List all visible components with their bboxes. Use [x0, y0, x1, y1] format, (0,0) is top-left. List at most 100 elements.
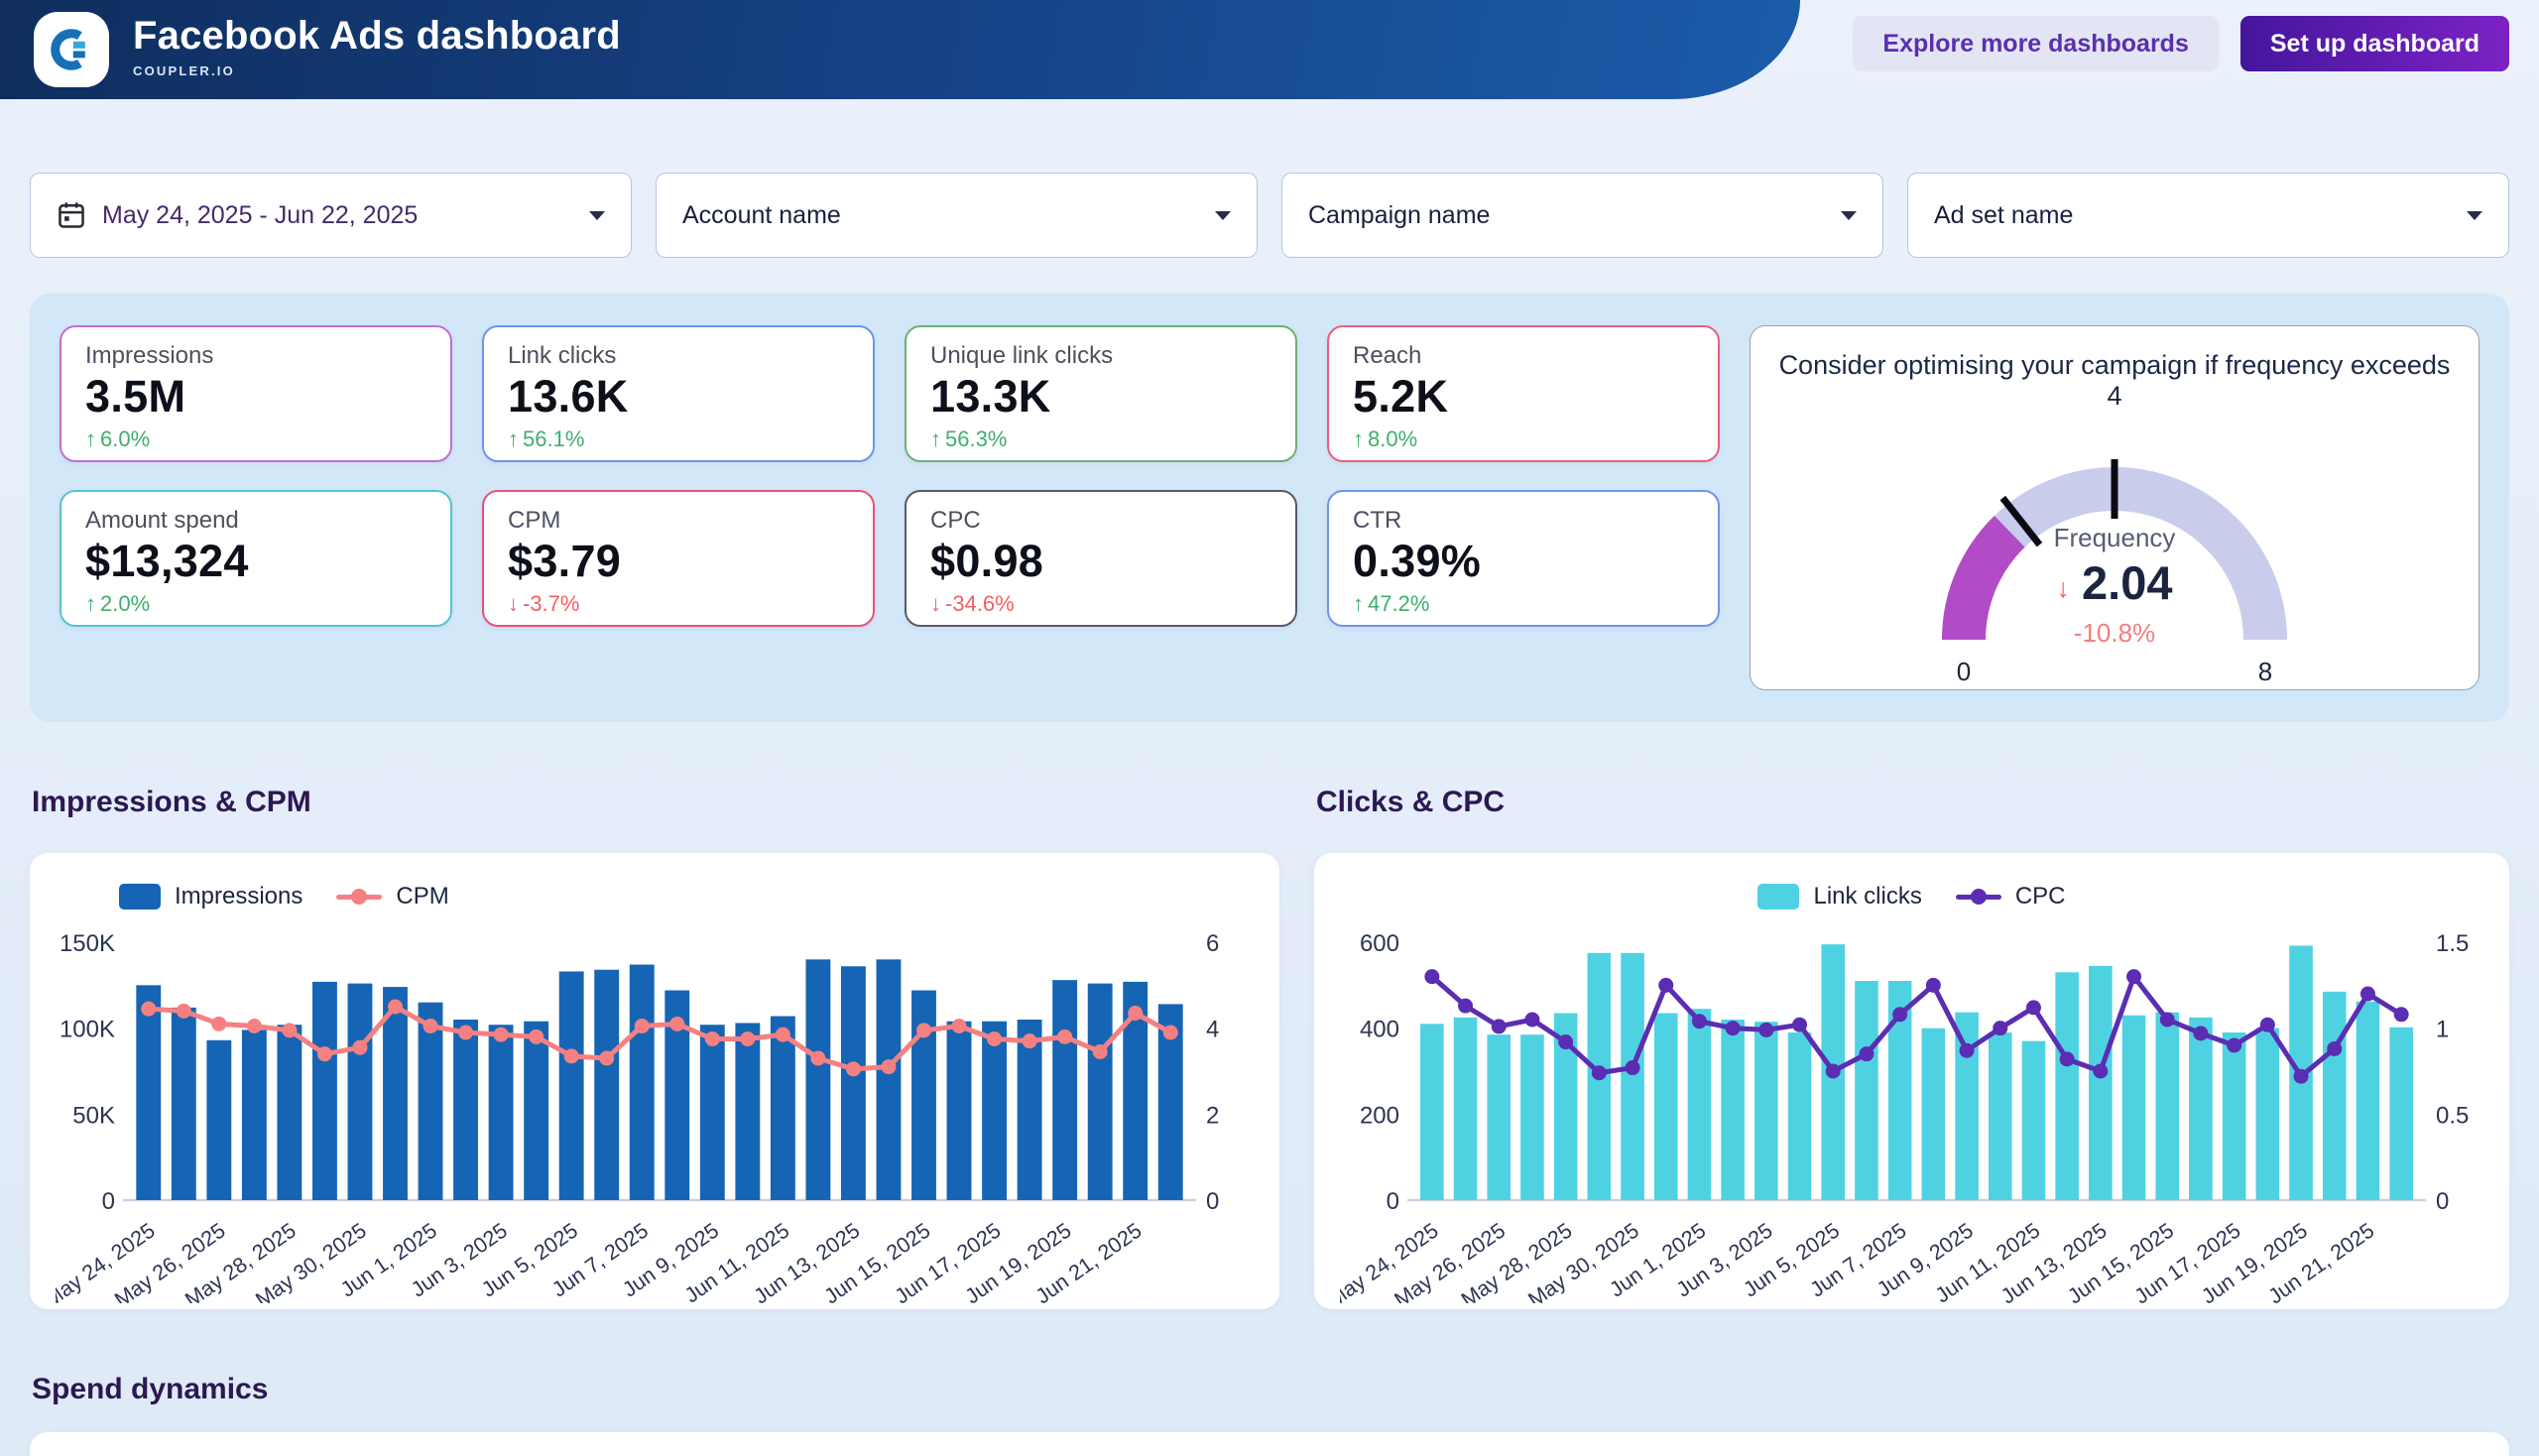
arrow-down-icon: ↓: [2057, 573, 2071, 604]
svg-text:1: 1: [2436, 1017, 2449, 1043]
kpi-panel: Impressions3.5M ↑6.0% Link clicks13.6K ↑56.…: [30, 294, 2509, 722]
svg-text:600: 600: [1360, 930, 1399, 957]
arrow-up-icon: ↑: [508, 426, 519, 451]
kpi-label-link-clicks: Link clicks: [508, 342, 849, 370]
svg-text:0: 0: [1206, 1188, 1219, 1215]
ad-set-name-filter[interactable]: Ad set name: [1907, 173, 2509, 258]
coupler-logo: [34, 12, 109, 87]
filter-bar: May 24, 2025 - Jun 22, 2025 Account name C…: [30, 173, 2509, 258]
kpi-card-link-clicks: Link clicks13.6K ↑56.1%: [482, 325, 875, 462]
kpi-label-unique-link-clicks: Unique link clicks: [930, 342, 1271, 370]
kpi-value-cpc: $0.98: [930, 536, 1271, 587]
kpi-card-unique-link-clicks: Unique link clicks13.3K ↑56.3%: [905, 325, 1297, 462]
gauge-max-label: 8: [2245, 657, 2285, 687]
kpi-value-link-clicks: 13.6K: [508, 371, 849, 423]
svg-text:100K: 100K: [60, 1017, 115, 1043]
gauge-title: Consider optimising your campaign if fre…: [1770, 350, 2459, 412]
kpi-label-cpm: CPM: [508, 507, 849, 535]
kpi-delta-reach: ↑8.0%: [1353, 426, 1694, 452]
kpi-label-amount-spend: Amount spend: [85, 507, 426, 535]
kpi-value-unique-link-clicks: 13.3K: [930, 371, 1271, 423]
legend-label: CPM: [396, 883, 448, 910]
svg-text:150K: 150K: [60, 930, 115, 957]
gauge-delta: -10.8%: [1881, 618, 2348, 649]
arrow-up-icon: ↑: [85, 426, 96, 451]
svg-text:200: 200: [1360, 1102, 1399, 1129]
arrow-down-icon: ↓: [930, 591, 941, 616]
chevron-down-icon: [589, 211, 605, 220]
impressions-cpm-chart-card: ImpressionsCPM 050K100K150K0246May 24, 2…: [30, 853, 1279, 1309]
legend-label: Link clicks: [1813, 883, 1921, 910]
kpi-delta-cpc: ↓-34.6%: [930, 591, 1271, 617]
kpi-card-impressions: Impressions3.5M ↑6.0%: [60, 325, 452, 462]
set-up-dashboard-button[interactable]: Set up dashboard: [2240, 16, 2509, 71]
impressions-cpm-chart: 050K100K150K0246May 24, 2025May 26, 2025…: [56, 918, 1254, 1303]
kpi-label-impressions: Impressions: [85, 342, 426, 370]
svg-text:1.5: 1.5: [2436, 930, 2469, 957]
impressions-cpm-section: Impressions & CPM Impressions CPM 0 50K 100…: [30, 786, 1279, 1309]
impressions-cpm-legend: Impressions CPM: [119, 875, 1254, 918]
campaign-name-filter[interactable]: Campaign name: [1281, 173, 1883, 258]
chevron-down-icon: [1841, 211, 1857, 220]
spend-dynamics-chart-card: 600: [30, 1432, 2509, 1456]
svg-text:6: 6: [1206, 930, 1219, 957]
legend-item-cpm: CPM: [336, 883, 448, 910]
clicks-cpc-legend: Link clicks CPC: [1340, 875, 2483, 918]
svg-text:0.5: 0.5: [2436, 1102, 2469, 1129]
legend-item-impressions: Impressions: [119, 883, 302, 910]
legend-label: CPC: [2015, 883, 2066, 910]
svg-text:0: 0: [102, 1188, 115, 1215]
account-name-filter-label: Account name: [682, 201, 1215, 230]
kpi-value-impressions: 3.5M: [85, 371, 426, 423]
kpi-card-amount-spend: Amount spend$13,324↑2.0%: [60, 490, 452, 627]
arrow-up-icon: ↑: [930, 426, 941, 451]
legend-item-link-clicks: Link clicks: [1757, 883, 1921, 910]
section-title-clicks-cpc: Clicks & CPC: [1316, 786, 2509, 819]
clicks-cpc-chart-card: Link clicksCPC 020040060000.511.5May 24,…: [1314, 853, 2509, 1309]
kpi-card-ctr: CTR0.39% ↑47.2%: [1327, 490, 1720, 627]
kpi-card-cpc: CPC$0.98↓-34.6%: [905, 490, 1297, 627]
kpi-delta-link-clicks: ↑56.1%: [508, 426, 849, 452]
kpi-card-reach: Reach5.2K ↑8.0%: [1327, 325, 1720, 462]
clicks-cpc-chart: 020040060000.511.5May 24, 2025May 26, 20…: [1340, 918, 2483, 1303]
spend-dynamics-section: Spend dynamics 600: [30, 1373, 2509, 1456]
legend-item-cpc: CPC: [1956, 883, 2066, 910]
frequency-gauge: Frequency ↓ 2.04 -10.8% 0 8: [1881, 429, 2348, 679]
kpi-label-ctr: CTR: [1353, 507, 1694, 535]
svg-text:400: 400: [1360, 1017, 1399, 1043]
svg-text:4: 4: [1206, 1017, 1219, 1043]
svg-text:0: 0: [2436, 1188, 2449, 1215]
arrow-up-icon: ↑: [1353, 426, 1364, 451]
app-header: Facebook Ads dashboard COUPLER.IO Explor…: [0, 0, 2539, 99]
gauge-min-label: 0: [1944, 657, 1984, 687]
page-title: Facebook Ads dashboard: [133, 14, 621, 59]
coupler-logo-icon: [48, 26, 95, 73]
section-title-spend-dynamics: Spend dynamics: [32, 1373, 2509, 1406]
brand-label: COUPLER.IO: [133, 63, 621, 78]
account-name-filter[interactable]: Account name: [656, 173, 1258, 258]
kpi-delta-amount-spend: ↑2.0%: [85, 591, 426, 617]
date-range-filter[interactable]: May 24, 2025 - Jun 22, 2025: [30, 173, 632, 258]
legend-line-swatch: [1956, 895, 2001, 900]
kpi-card-cpm: CPM$3.79↓-3.7%: [482, 490, 875, 627]
kpi-delta-impressions: ↑6.0%: [85, 426, 426, 452]
calendar-icon: [57, 200, 86, 230]
legend-line-swatch: [336, 895, 382, 900]
kpi-delta-unique-link-clicks: ↑56.3%: [930, 426, 1271, 452]
arrow-up-icon: ↑: [85, 591, 96, 616]
gauge-metric-label: Frequency: [1881, 523, 2348, 553]
kpi-delta-ctr: ↑47.2%: [1353, 591, 1694, 617]
campaign-name-filter-label: Campaign name: [1308, 201, 1841, 230]
kpi-grid: Impressions3.5M ↑6.0% Link clicks13.6K ↑56.…: [60, 325, 1720, 690]
arrow-down-icon: ↓: [508, 591, 519, 616]
kpi-label-reach: Reach: [1353, 342, 1694, 370]
svg-text:50K: 50K: [72, 1102, 115, 1129]
kpi-value-cpm: $3.79: [508, 536, 849, 587]
gauge-value: 2.04: [2082, 555, 2172, 610]
section-title-impressions-cpm: Impressions & CPM: [32, 786, 1279, 819]
kpi-value-ctr: 0.39%: [1353, 536, 1694, 587]
kpi-value-reach: 5.2K: [1353, 371, 1694, 423]
frequency-gauge-card: Consider optimising your campaign if fre…: [1750, 325, 2479, 690]
chevron-down-icon: [1215, 211, 1231, 220]
explore-more-dashboards-button[interactable]: Explore more dashboards: [1853, 16, 2218, 71]
